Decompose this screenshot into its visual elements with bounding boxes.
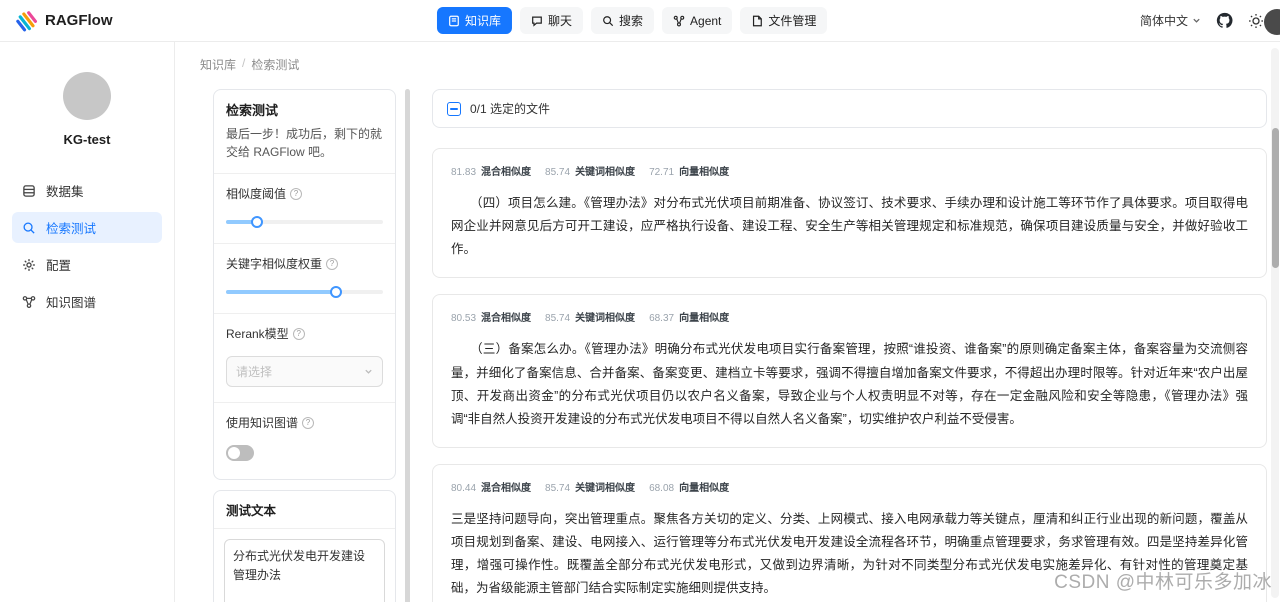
score-row: 80.53混合相似度 85.74关键词相似度 68.37向量相似度 bbox=[451, 309, 1248, 324]
test-text-card: 测试文本 分布式光伏发电开发建设管理办法 测试 bbox=[213, 490, 396, 602]
breadcrumb: 知识库 / 检索测试 bbox=[200, 56, 1280, 73]
brand-name: RAGFlow bbox=[45, 12, 113, 29]
dataset-icon bbox=[22, 184, 36, 198]
agent-icon bbox=[673, 15, 685, 27]
gear-icon bbox=[22, 258, 36, 272]
chevron-down-icon bbox=[364, 367, 373, 376]
nav-chat[interactable]: 聊天 bbox=[520, 7, 583, 34]
info-icon bbox=[302, 417, 314, 429]
panel-subtitle: 最后一步！成功后，剩下的就交给 RAGFlow 吧。 bbox=[226, 125, 383, 161]
chevron-down-icon bbox=[1192, 16, 1201, 25]
slider-handle[interactable] bbox=[330, 286, 342, 298]
kb-sidebar: KG-test 数据集 检索测试 bbox=[0, 42, 175, 602]
theme-toggle-icon[interactable] bbox=[1248, 13, 1264, 29]
ragflow-logo-icon bbox=[16, 10, 38, 32]
slider-handle[interactable] bbox=[251, 216, 263, 228]
sidebar-item-retrieval-testing[interactable]: 检索测试 bbox=[12, 212, 162, 243]
select-all-checkbox[interactable] bbox=[447, 102, 461, 116]
chunk-text: （四）项目怎么建。《管理办法》对分布式光伏项目前期准备、协议签订、技术要求、手续… bbox=[451, 192, 1248, 261]
main-nav: 知识库 聊天 搜索 Ag bbox=[437, 7, 827, 34]
language-selector[interactable]: 简体中文 bbox=[1140, 12, 1201, 29]
nav-file-management[interactable]: 文件管理 bbox=[740, 7, 827, 34]
rerank-model-section: Rerank模型 请选择 bbox=[214, 313, 395, 402]
chat-icon bbox=[531, 15, 543, 27]
retrieval-testing-icon bbox=[22, 221, 36, 235]
result-card: 81.83混合相似度 85.74关键词相似度 72.71向量相似度 （四）项目怎… bbox=[432, 148, 1267, 278]
info-icon bbox=[290, 188, 302, 200]
main-content: 知识库 / 检索测试 检索测试 最后一步！成功后，剩下的就交给 RAGFlow … bbox=[175, 42, 1280, 602]
score-row: 81.83混合相似度 85.74关键词相似度 72.71向量相似度 bbox=[451, 163, 1248, 178]
similarity-threshold-slider[interactable] bbox=[226, 216, 383, 228]
results-scrollbar-thumb[interactable] bbox=[1272, 128, 1279, 268]
info-icon bbox=[293, 328, 305, 340]
results-panel: 0/1 选定的文件 81.83混合相似度 85.74关键词相似度 72.71向量… bbox=[432, 89, 1267, 602]
nav-agent[interactable]: Agent bbox=[662, 7, 732, 34]
panel-scrollbar[interactable] bbox=[405, 89, 410, 602]
info-icon bbox=[326, 258, 338, 270]
search-icon bbox=[602, 15, 614, 27]
chunk-text: （三）备案怎么办。《管理办法》明确分布式光伏发电项目实行备案管理，按照“谁投资、… bbox=[451, 338, 1248, 431]
use-knowledge-graph-toggle[interactable] bbox=[226, 445, 254, 461]
kb-avatar bbox=[63, 72, 111, 120]
result-card: 80.53混合相似度 85.74关键词相似度 68.37向量相似度 （三）备案怎… bbox=[432, 294, 1267, 448]
keyword-weight-section: 关键字相似度权重 bbox=[214, 243, 395, 313]
breadcrumb-current: 检索测试 bbox=[251, 56, 299, 73]
top-navbar: RAGFlow 知识库 聊天 搜索 bbox=[0, 0, 1280, 42]
knowledge-graph-icon bbox=[22, 295, 36, 309]
nav-knowledge-base[interactable]: 知识库 bbox=[437, 7, 512, 34]
rerank-model-select[interactable]: 请选择 bbox=[226, 356, 383, 387]
selection-count: 0/1 选定的文件 bbox=[470, 100, 550, 117]
knowledge-base-icon bbox=[448, 15, 460, 27]
similarity-threshold-section: 相似度阈值 bbox=[214, 173, 395, 243]
file-icon bbox=[751, 15, 763, 27]
test-text-header: 测试文本 bbox=[214, 491, 395, 529]
test-text-input[interactable]: 分布式光伏发电开发建设管理办法 bbox=[224, 539, 385, 602]
result-card: 80.44混合相似度 85.74关键词相似度 68.08向量相似度 三是坚持问题… bbox=[432, 464, 1267, 602]
sidebar-item-configuration[interactable]: 配置 bbox=[12, 249, 162, 280]
kb-menu: 数据集 检索测试 bbox=[0, 175, 174, 317]
brand: RAGFlow bbox=[16, 10, 113, 32]
navbar-right: 简体中文 bbox=[1140, 12, 1264, 29]
kb-name: KG-test bbox=[0, 132, 174, 147]
github-icon[interactable] bbox=[1216, 12, 1233, 29]
nav-search[interactable]: 搜索 bbox=[591, 7, 654, 34]
breadcrumb-kb-link[interactable]: 知识库 bbox=[200, 56, 236, 73]
user-avatar[interactable] bbox=[1264, 9, 1280, 35]
keyword-weight-slider[interactable] bbox=[226, 286, 383, 298]
panel-title: 检索测试 bbox=[226, 100, 383, 119]
sidebar-item-knowledge-graph[interactable]: 知识图谱 bbox=[12, 286, 162, 317]
sidebar-item-dataset[interactable]: 数据集 bbox=[12, 175, 162, 206]
retrieval-config-panel: 检索测试 最后一步！成功后，剩下的就交给 RAGFlow 吧。 相似度阈值 bbox=[213, 89, 396, 602]
score-row: 80.44混合相似度 85.74关键词相似度 68.08向量相似度 bbox=[451, 479, 1248, 494]
knowledge-graph-section: 使用知识图谱 bbox=[214, 402, 395, 479]
file-selection-bar: 0/1 选定的文件 bbox=[432, 89, 1267, 128]
chunk-text: 三是坚持问题导向，突出管理重点。聚焦各方关切的定义、分类、上网模式、接入电网承载… bbox=[451, 508, 1248, 601]
